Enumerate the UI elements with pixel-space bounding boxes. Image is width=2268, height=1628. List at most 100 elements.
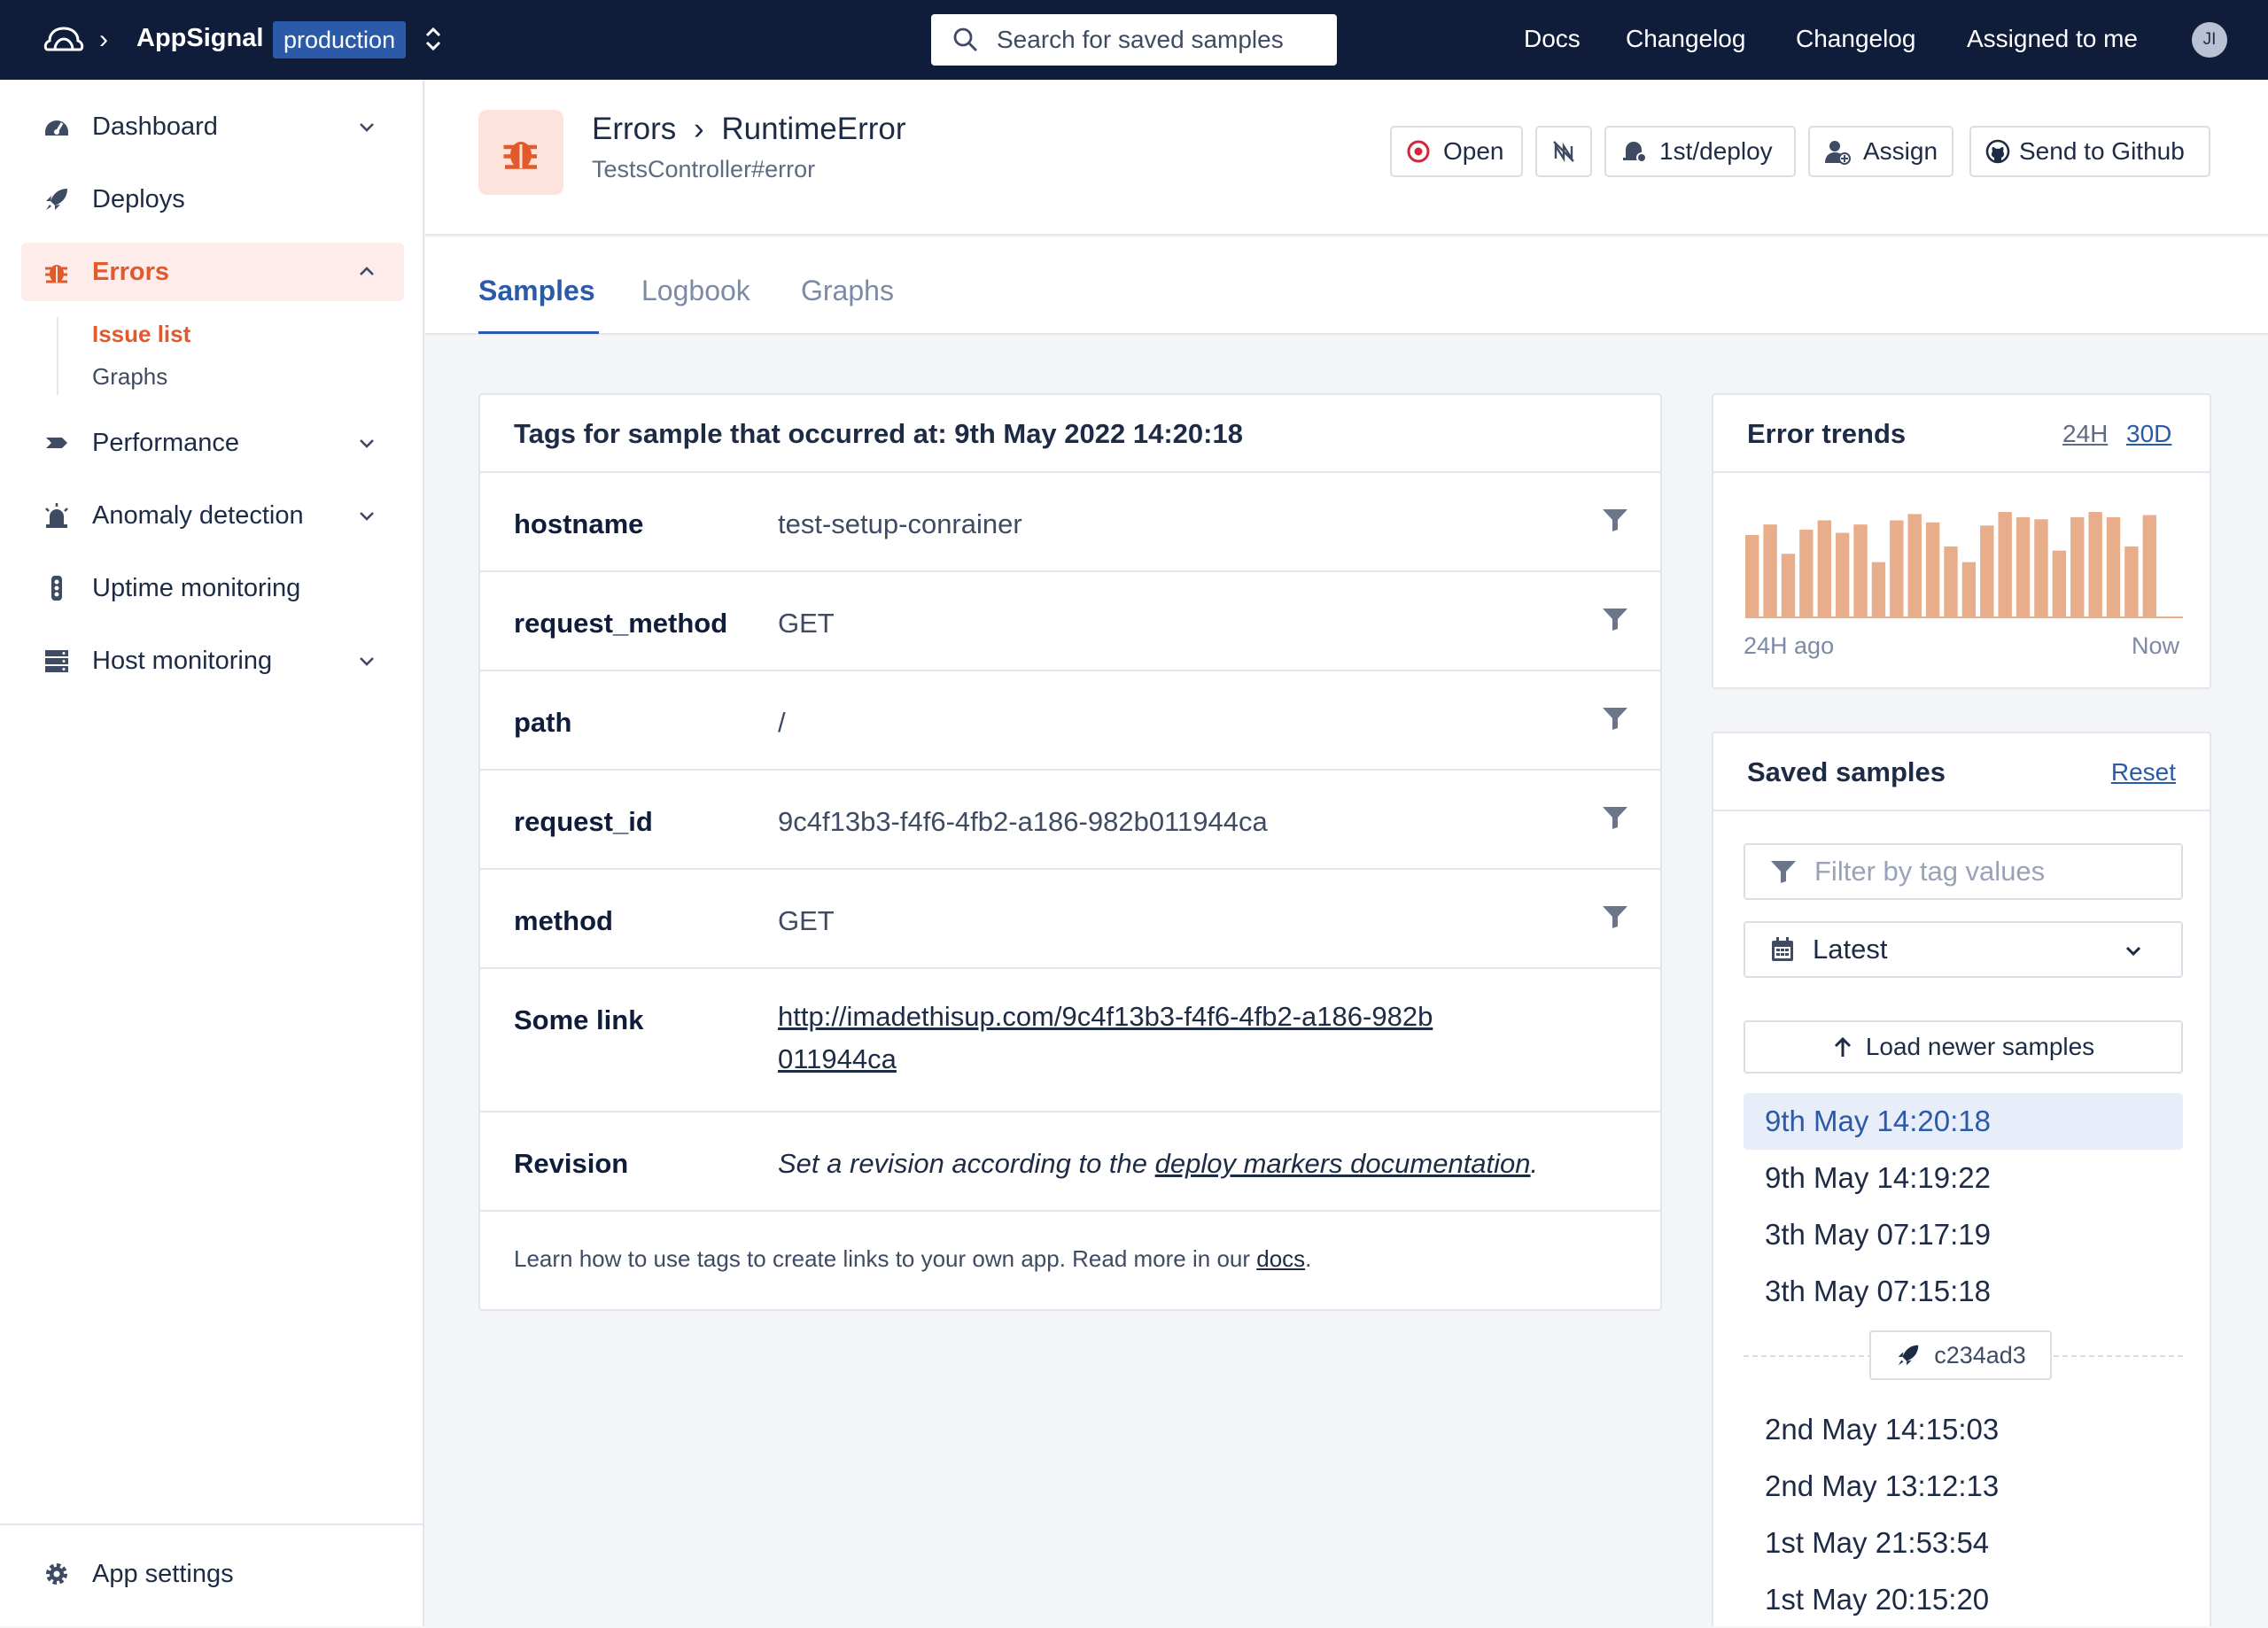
- changelog-link[interactable]: Changelog: [1626, 25, 1745, 53]
- sidebar-item-label: Host monitoring: [92, 646, 273, 675]
- sidebar-item-app-settings[interactable]: App settings: [21, 1545, 404, 1603]
- sidebar-item-anomaly-detection[interactable]: Anomaly detection: [21, 486, 404, 545]
- sidebar-item-performance[interactable]: Performance: [21, 414, 404, 472]
- sidebar-item-label: Deploys: [92, 184, 185, 213]
- action-name: TestsController#error: [592, 156, 816, 182]
- arrow-up-icon: [1834, 1036, 1851, 1057]
- changelog-link-2[interactable]: Changelog: [1796, 25, 1915, 53]
- chevron-down-icon: [360, 512, 374, 521]
- filter-icon[interactable]: [1602, 705, 1628, 732]
- trend-bar: [1998, 512, 2012, 616]
- saved-sample-item[interactable]: 3th May 07:17:19: [1744, 1206, 2183, 1263]
- docs-link[interactable]: Docs: [1524, 25, 1581, 53]
- page-title: Errors › RuntimeError: [592, 112, 906, 147]
- sidebar-item-label: Dashboard: [92, 112, 218, 141]
- saved-sample-item[interactable]: 9th May 14:19:22: [1744, 1150, 2183, 1206]
- sidebar-item-host-monitoring[interactable]: Host monitoring: [21, 632, 404, 690]
- tag-value: test-setup-conrainer: [778, 508, 1022, 539]
- sort-select[interactable]: Latest: [1744, 921, 2183, 978]
- search-saved-samples-input[interactable]: Search for saved samples: [931, 14, 1337, 66]
- saved-samples-panel: Saved samples Reset Filter by tag values…: [1712, 732, 2211, 1626]
- sidebar-item-errors[interactable]: Errors: [21, 243, 404, 301]
- filter-by-tag-input[interactable]: Filter by tag values: [1744, 843, 2183, 900]
- filter-icon[interactable]: [1602, 606, 1628, 632]
- appsignal-logo-icon[interactable]: [43, 23, 85, 55]
- send-to-github-label: Send to Github: [2019, 137, 2185, 165]
- error-trends-panel: Error trends 24H 30D 24H ago Now: [1712, 393, 2211, 689]
- sidebar-item-dashboard[interactable]: Dashboard: [21, 97, 404, 156]
- docs-link[interactable]: docs: [1256, 1245, 1305, 1272]
- assigned-to-me-link[interactable]: Assigned to me: [1967, 25, 2138, 53]
- saved-sample-item[interactable]: 2nd May 13:12:13: [1744, 1458, 2183, 1515]
- bug-icon: [503, 142, 537, 169]
- load-newer-samples-button[interactable]: Load newer samples: [1744, 1020, 2183, 1074]
- trend-bar: [1781, 554, 1796, 616]
- server-icon: [45, 650, 68, 672]
- sidebar-item-deploys[interactable]: Deploys: [21, 170, 404, 229]
- mute-notifications-icon: [1553, 141, 1574, 163]
- trend-bar: [1853, 524, 1868, 616]
- tags-panel-title: Tags for sample that occurred at: 9th Ma…: [514, 418, 1243, 449]
- filter-icon[interactable]: [1602, 804, 1628, 831]
- filter-icon[interactable]: [1602, 507, 1628, 533]
- tabs-bar: Samples Logbook Graphs: [425, 237, 2268, 335]
- app-name[interactable]: AppSignal: [136, 24, 263, 53]
- filter-icon[interactable]: [1602, 903, 1628, 930]
- tag-value: 9c4f13b3-f4f6-4fb2-a186-982b011944ca: [778, 806, 1268, 837]
- sidebar-subitem-issue-list[interactable]: Issue list: [92, 321, 190, 348]
- notification-settings-button[interactable]: 1st/deploy: [1604, 126, 1796, 177]
- open-status-label: Open: [1443, 137, 1504, 165]
- mute-button[interactable]: [1535, 126, 1592, 177]
- saved-sample-item[interactable]: 1st May 21:53:54: [1744, 1515, 2183, 1571]
- trend-bar: [2070, 516, 2085, 616]
- notification-setting-label: 1st/deploy: [1659, 137, 1773, 165]
- active-tab-indicator: [478, 331, 599, 334]
- chevron-up-icon: [360, 267, 374, 275]
- saved-sample-item[interactable]: 9th May 14:20:18: [1744, 1093, 2183, 1150]
- sidebar-subitem-graphs[interactable]: Graphs: [92, 363, 167, 391]
- trend-end-label: Now: [2131, 632, 2179, 659]
- tag-value: GET: [778, 905, 835, 936]
- chevron-down-icon: [360, 439, 374, 448]
- breadcrumb-errors-link[interactable]: Errors: [592, 112, 676, 146]
- revision-text: Set a revision according to the: [778, 1148, 1155, 1179]
- saved-sample-item[interactable]: 1st May 20:15:20: [1744, 1571, 2183, 1628]
- open-status-button[interactable]: Open: [1390, 126, 1523, 177]
- tab-graphs[interactable]: Graphs: [801, 275, 894, 307]
- tag-key: request_method: [514, 608, 728, 639]
- send-to-github-button[interactable]: Send to Github: [1969, 126, 2210, 177]
- deploy-marker[interactable]: c234ad3: [1869, 1330, 2052, 1380]
- assign-button[interactable]: Assign: [1808, 126, 1953, 177]
- tag-key: request_id: [514, 806, 653, 837]
- error-trends-chart: [1745, 512, 2183, 618]
- range-24h-link[interactable]: 24H: [2062, 420, 2108, 448]
- trend-bar: [2016, 516, 2031, 616]
- sidebar-item-uptime-monitoring[interactable]: Uptime monitoring: [21, 559, 404, 617]
- submenu-guide: [57, 317, 58, 395]
- open-status-icon: [1407, 140, 1430, 163]
- tags-panel-header: Tags for sample that occurred at: 9th Ma…: [480, 395, 1660, 473]
- tag-row: hostname test-setup-conrainer: [480, 473, 1660, 572]
- saved-sample-item[interactable]: 3th May 07:15:18: [1744, 1263, 2183, 1320]
- environment-badge[interactable]: production: [273, 21, 407, 58]
- user-avatar[interactable]: JI: [2192, 22, 2227, 58]
- reset-link[interactable]: Reset: [2111, 758, 2176, 787]
- trend-start-label: 24H ago: [1744, 632, 1835, 659]
- tag-row: request_id 9c4f13b3-f4f6-4fb2-a186-982b0…: [480, 771, 1660, 870]
- saved-sample-item[interactable]: 2nd May 14:15:03: [1744, 1401, 2183, 1458]
- chevron-down-icon: [360, 123, 374, 132]
- traffic-light-icon: [51, 576, 62, 601]
- saved-samples-header: Saved samples Reset: [1713, 733, 2210, 811]
- tag-row: path /: [480, 671, 1660, 771]
- tag-value: /: [778, 707, 786, 738]
- tag-value-link[interactable]: http://imadethisup.com/9c4f13b3-f4f6-4fb…: [778, 996, 1433, 1081]
- range-30d-link[interactable]: 30D: [2126, 420, 2171, 448]
- deploy-markers-docs-link[interactable]: deploy markers documentation: [1155, 1148, 1531, 1179]
- error-name: RuntimeError: [721, 112, 906, 146]
- tab-logbook[interactable]: Logbook: [641, 275, 750, 307]
- calendar-icon: [1772, 937, 1793, 961]
- rocket-icon: [46, 189, 67, 210]
- sidebar: Dashboard Deploys Errors Issue list Grap…: [0, 80, 424, 1626]
- environment-switch-icon[interactable]: [420, 23, 447, 55]
- tab-samples[interactable]: Samples: [478, 275, 595, 307]
